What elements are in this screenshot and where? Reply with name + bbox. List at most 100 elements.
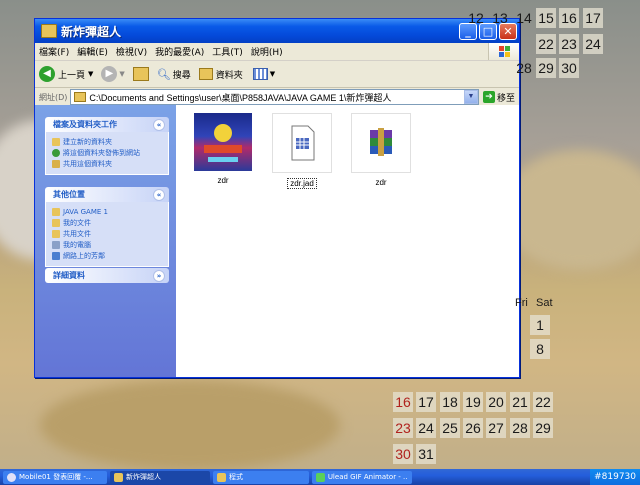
place-label: 網路上的芳鄰 <box>63 251 105 260</box>
back-arrow-icon: ◀ <box>39 66 55 82</box>
file-name: zdr <box>217 176 229 185</box>
calendar-day: 23 <box>559 34 579 54</box>
taskbar-button-mobile01[interactable]: Mobile01 發表回覆 -... <box>3 470 107 484</box>
calendar-day: 16 <box>393 392 413 412</box>
taskbar-button-programs[interactable]: 程式 <box>213 470 309 484</box>
calendar-day: 29 <box>536 58 556 78</box>
address-field[interactable]: C:\Documents and Settings\user\桌面\P858JA… <box>70 89 479 105</box>
explorer-window[interactable]: 新炸彈超人 _ □ ✕ 檔案(F) 編輯(E) 檢視(V) 我的最愛(A) 工具… <box>34 18 520 378</box>
taskbar-button-ulead[interactable]: Ulead GIF Animator - ... <box>312 470 412 484</box>
calendar-day: 29 <box>533 418 553 438</box>
go-arrow-icon: ➔ <box>482 91 495 103</box>
details-header[interactable]: 詳細資料 » <box>45 268 169 283</box>
file-item[interactable]: zdr.jad <box>267 113 337 189</box>
wallpaper-shape <box>500 150 640 270</box>
menu-edit[interactable]: 編輯(E) <box>73 45 112 58</box>
calendar-day: 20 <box>486 392 506 412</box>
place-my-documents[interactable]: 我的文件 <box>52 217 168 228</box>
calendar-day: 21 <box>510 392 530 412</box>
folders-label: 資料夾 <box>215 70 243 81</box>
window-title: 新炸彈超人 <box>61 24 122 39</box>
calendar-day: 17 <box>583 8 603 28</box>
calendar-day: 28 <box>510 418 530 438</box>
task-label: 將這個資料夾發佈到網站 <box>63 148 140 157</box>
wallpaper-shape <box>40 380 340 470</box>
menu-help[interactable]: 說明(H) <box>247 45 287 58</box>
globe-icon <box>52 148 60 157</box>
file-name: zdr.jad <box>287 178 317 189</box>
browser-icon <box>7 472 16 482</box>
forward-arrow-icon: ▶ <box>101 66 118 82</box>
menu-tools[interactable]: 工具(T) <box>208 45 247 58</box>
task-publish-web[interactable]: 將這個資料夾發佈到網站 <box>52 147 168 158</box>
panel-title: 檔案及資料夾工作 <box>53 120 117 129</box>
other-places-panel: 其他位置 « JAVA GAME 1 我的文件 共用文件 我的電腦 網路上的芳鄰 <box>45 187 169 267</box>
title-bar[interactable]: 新炸彈超人 _ □ ✕ <box>35 19 519 43</box>
taskbar: Mobile01 發表回覆 -... 新炸彈超人 程式 Ulead GIF An… <box>0 469 640 485</box>
menu-bar: 檔案(F) 編輯(E) 檢視(V) 我的最愛(A) 工具(T) 說明(H) <box>35 43 519 61</box>
calendar-day: 22 <box>533 392 553 412</box>
new-folder-icon <box>52 137 60 146</box>
back-button[interactable]: ◀ 上一頁 ▼ <box>39 66 93 82</box>
collapse-icon[interactable]: « <box>153 119 165 131</box>
calendar-day: 27 <box>486 418 506 438</box>
folder-icon <box>52 207 60 216</box>
address-path: C:\Documents and Settings\user\桌面\P858JA… <box>89 92 392 103</box>
winrar-archive-icon <box>351 113 411 173</box>
taskbar-label: Ulead GIF Animator - ... <box>327 473 408 481</box>
folders-icon <box>198 68 213 80</box>
calendar-day: 13 <box>492 10 508 26</box>
calendar-day: 25 <box>440 418 460 438</box>
place-java-game-1[interactable]: JAVA GAME 1 <box>52 206 168 217</box>
folders-button[interactable]: 資料夾 <box>198 68 243 81</box>
task-share-folder[interactable]: 共用這個資料夾 <box>52 158 168 169</box>
file-item[interactable]: zdr <box>188 113 258 185</box>
taskbar-label: Mobile01 發表回覆 -... <box>19 473 93 481</box>
task-label: 共用這個資料夾 <box>63 159 112 168</box>
file-name: zdr <box>375 178 387 187</box>
back-label: 上一頁 <box>58 70 86 81</box>
chevron-down-icon[interactable]: ▼ <box>119 70 124 78</box>
search-label: 搜尋 <box>172 70 191 81</box>
collapse-icon[interactable]: « <box>153 189 165 201</box>
calendar-day: 22 <box>536 34 556 54</box>
folder-icon <box>114 472 123 482</box>
views-button[interactable]: ▼ <box>252 68 275 80</box>
up-folder-button[interactable] <box>132 67 149 81</box>
calendar-day: 24 <box>583 34 603 54</box>
file-view[interactable]: zdr zdr.jad zdr <box>176 105 519 377</box>
search-button[interactable]: 🔍︎ 搜尋 <box>157 68 191 81</box>
calendar-day: 28 <box>516 60 532 76</box>
network-icon <box>52 251 60 260</box>
file-folder-tasks-header[interactable]: 檔案及資料夾工作 « <box>45 117 169 132</box>
tray-text: #819730 <box>594 472 636 482</box>
place-shared-documents[interactable]: 共用文件 <box>52 228 168 239</box>
menu-view[interactable]: 檢視(V) <box>112 45 151 58</box>
calendar-day: 16 <box>559 8 579 28</box>
calendar-day: 17 <box>416 392 436 412</box>
place-label: 共用文件 <box>63 229 91 238</box>
calendar-day: 12 <box>468 10 484 26</box>
task-pane: 檔案及資料夾工作 « 建立新的資料夾 將這個資料夾發佈到網站 共用這個資料夾 其… <box>35 105 176 377</box>
calendar-day: 18 <box>440 392 460 412</box>
forward-button[interactable]: ▶ ▼ <box>101 66 125 82</box>
chevron-down-icon[interactable]: ▼ <box>463 90 478 104</box>
menu-favorites[interactable]: 我的最愛(A) <box>151 45 208 58</box>
place-my-computer[interactable]: 我的電腦 <box>52 239 168 250</box>
up-folder-icon <box>132 67 149 81</box>
calendar-weekday: Sat <box>536 297 553 309</box>
menu-file[interactable]: 檔案(F) <box>35 45 73 58</box>
calendar-day: 1 <box>530 315 550 335</box>
calendar-day: 30 <box>393 444 413 464</box>
task-label: 建立新的資料夾 <box>63 137 112 146</box>
calendar-day: 26 <box>463 418 483 438</box>
chevron-down-icon[interactable]: ▼ <box>88 70 93 78</box>
expand-icon[interactable]: » <box>153 270 165 282</box>
task-new-folder[interactable]: 建立新的資料夾 <box>52 136 168 147</box>
taskbar-button-explorer[interactable]: 新炸彈超人 <box>110 470 210 484</box>
file-item[interactable]: zdr <box>346 113 416 187</box>
go-button[interactable]: ➔ 移至 <box>482 91 515 104</box>
chevron-down-icon[interactable]: ▼ <box>270 70 275 78</box>
other-places-header[interactable]: 其他位置 « <box>45 187 169 202</box>
place-network[interactable]: 網路上的芳鄰 <box>52 250 168 261</box>
